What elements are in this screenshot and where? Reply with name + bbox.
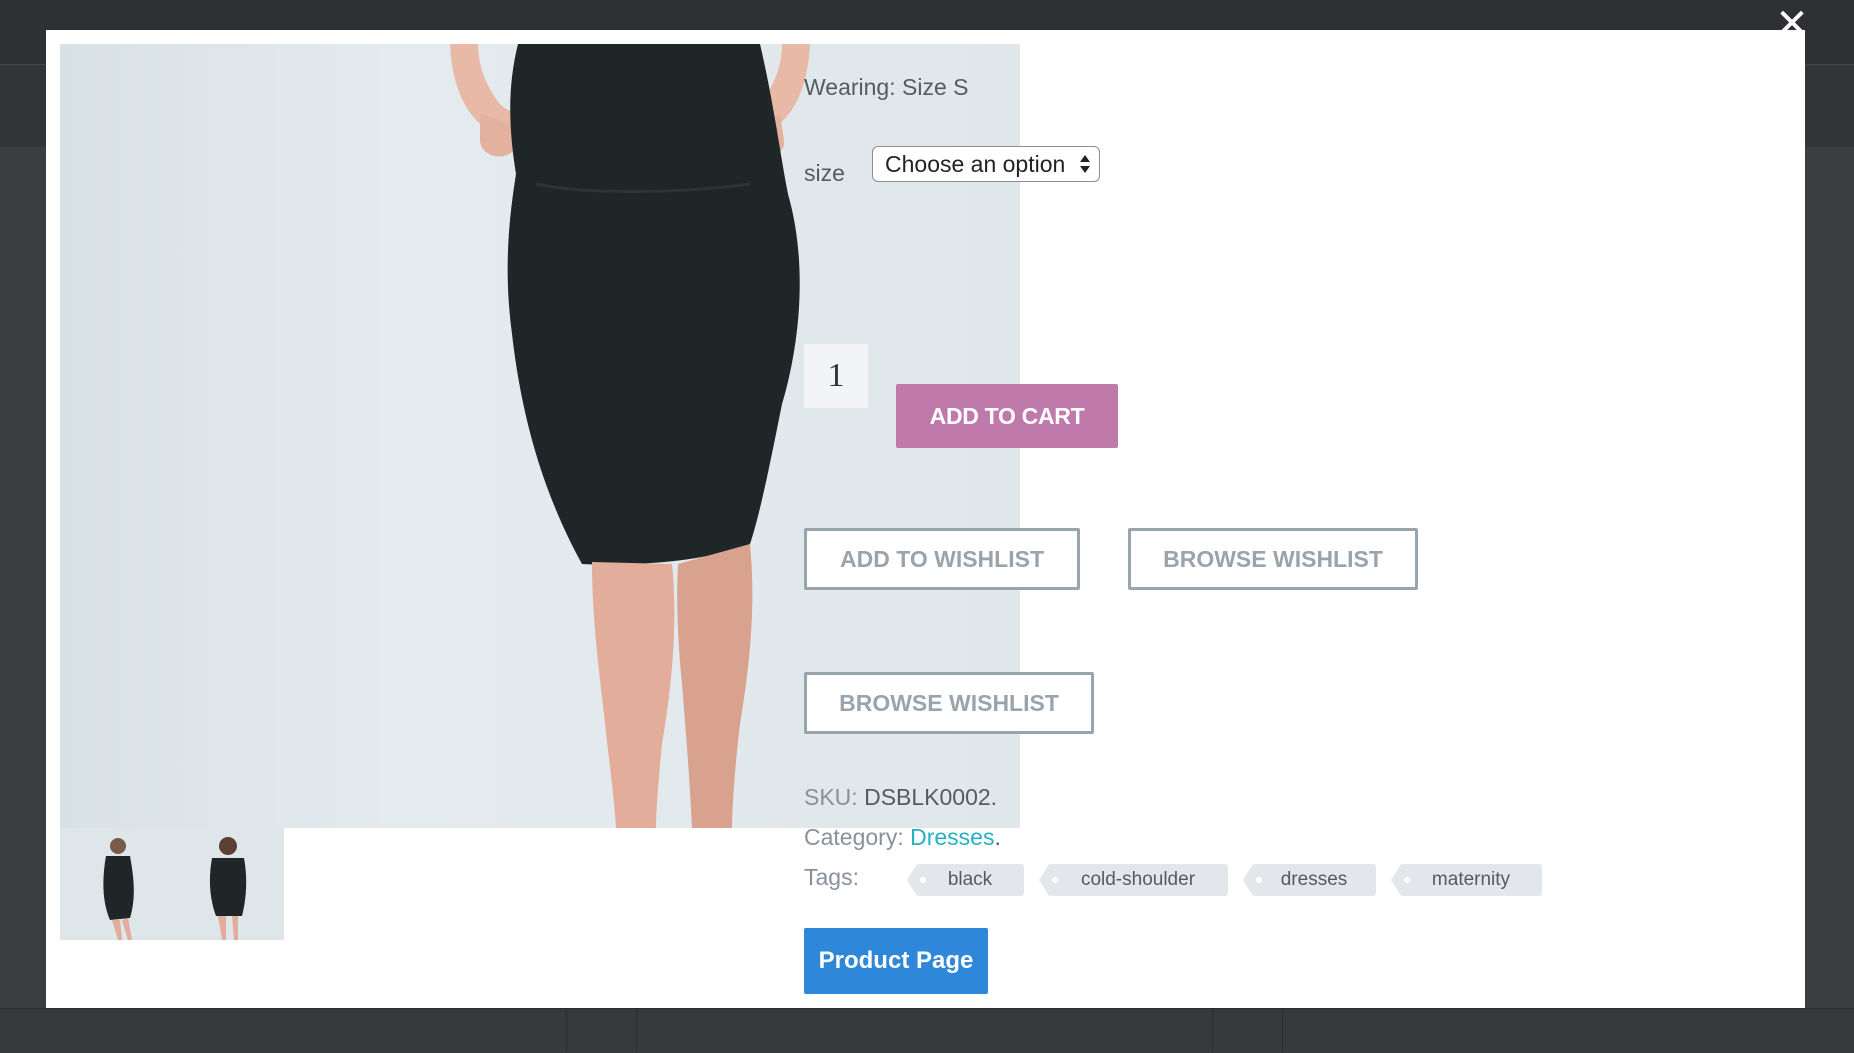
tag-label: cold-shoulder xyxy=(1080,869,1196,890)
sku-value: DSBLK0002. xyxy=(864,784,998,810)
tag-cold-shoulder[interactable]: cold-shoulder xyxy=(1039,864,1228,896)
wearing-size-text: Wearing: Size S xyxy=(804,74,969,100)
tag-dresses[interactable]: dresses xyxy=(1243,864,1376,896)
tag-icon xyxy=(1052,877,1058,883)
thumbnail-image xyxy=(60,828,172,940)
thumbnail-image xyxy=(172,828,284,940)
size-label: size xyxy=(804,160,845,186)
background-divider xyxy=(1282,1008,1283,1052)
tags-label: Tags: xyxy=(804,864,859,890)
browse-wishlist-button-secondary[interactable]: BROWSE WISHLIST xyxy=(804,672,1094,734)
tag-icon xyxy=(1404,877,1410,883)
tag-icon xyxy=(1256,877,1262,883)
product-summary: Wearing: Size S size Choose an option 1 … xyxy=(804,30,1704,1008)
tag-label: maternity xyxy=(1431,869,1511,890)
product-page-button[interactable]: Product Page xyxy=(804,928,988,994)
category-link[interactable]: Dresses xyxy=(910,824,994,850)
tag-label: black xyxy=(947,869,993,890)
thumbnail-front[interactable] xyxy=(60,828,172,940)
background-divider xyxy=(1212,1008,1213,1052)
category-row: Category: Dresses. xyxy=(804,824,1001,851)
add-to-cart-button[interactable]: ADD TO CART xyxy=(896,384,1118,448)
browse-wishlist-button[interactable]: BROWSE WISHLIST xyxy=(1128,528,1418,590)
quick-view-modal: Wearing: Size S size Choose an option 1 … xyxy=(46,30,1805,1008)
size-select-value: Choose an option xyxy=(885,151,1066,177)
sku-label: SKU: xyxy=(804,784,858,810)
thumbnail-back[interactable] xyxy=(172,828,284,940)
tag-label: dresses xyxy=(1280,869,1348,890)
sku-row: SKU: DSBLK0002. xyxy=(804,784,997,811)
add-to-wishlist-button[interactable]: ADD TO WISHLIST xyxy=(804,528,1080,590)
tag-black[interactable]: black xyxy=(907,864,1024,896)
category-label: Category: xyxy=(804,824,904,850)
quantity-input[interactable]: 1 xyxy=(804,344,868,408)
category-suffix: . xyxy=(994,824,1001,850)
close-icon[interactable]: ✕ xyxy=(1772,4,1812,44)
background-divider xyxy=(566,1008,567,1052)
tag-maternity[interactable]: maternity xyxy=(1391,864,1542,896)
background-footer xyxy=(0,1008,1854,1053)
select-arrows-icon xyxy=(1080,155,1090,173)
size-select[interactable]: Choose an option xyxy=(872,146,1100,182)
tag-icon xyxy=(920,877,926,883)
background-divider xyxy=(636,1008,637,1052)
